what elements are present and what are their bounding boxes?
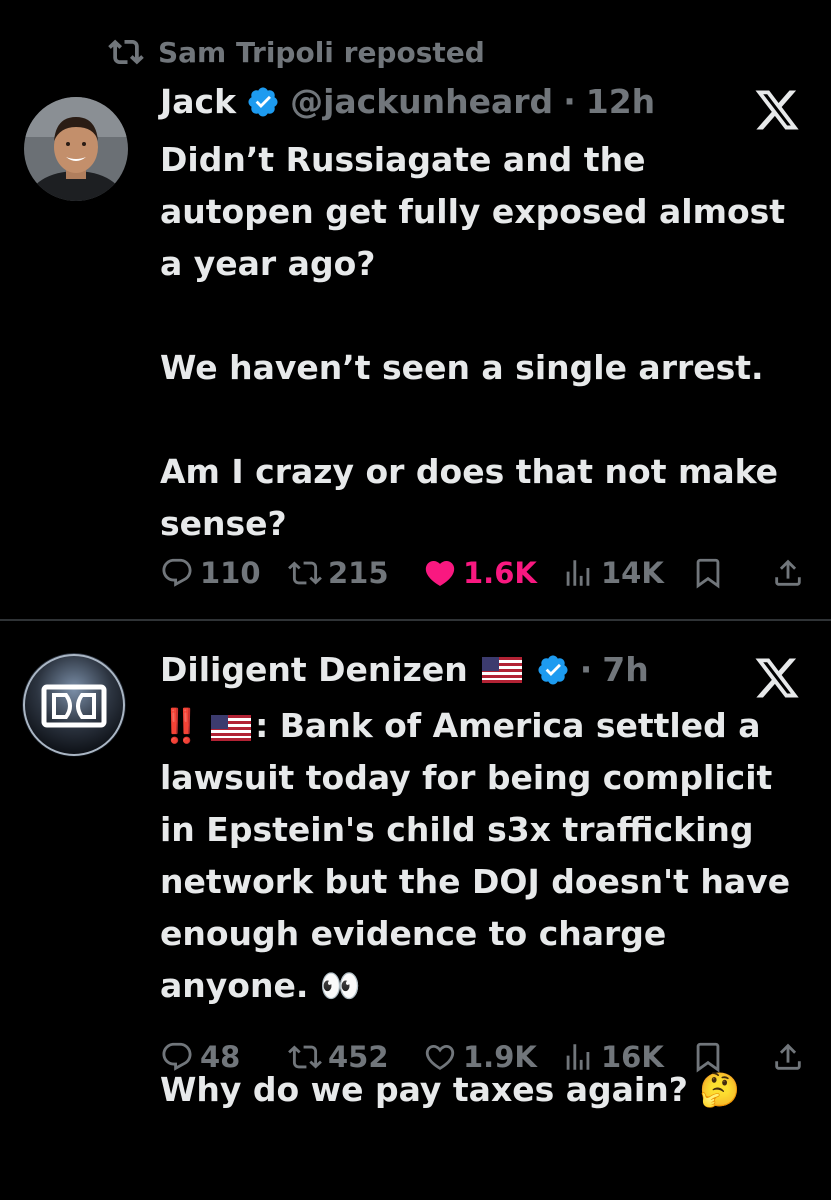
timestamp[interactable]: 12h: [586, 82, 655, 121]
views-icon: [566, 1044, 590, 1070]
views-icon: [566, 560, 590, 586]
body-first-text: : Bank of America settled a: [255, 706, 761, 745]
avatar-photo: [24, 97, 128, 201]
body-line: enough evidence to charge: [160, 914, 667, 953]
body-line: Didn’t Russiagate and the: [160, 140, 646, 179]
repost-label: Sam Tripoli reposted: [158, 35, 485, 69]
reply-icon: [162, 1042, 192, 1071]
repost-icon: [288, 561, 322, 585]
tweet-2[interactable]: Diligent Denizen · 7h ‼️: Bank of Ameri…: [0, 620, 831, 1200]
share-button[interactable]: [771, 556, 805, 590]
body-line: a year ago?: [160, 244, 376, 283]
display-name[interactable]: Diligent Denizen: [160, 650, 468, 689]
share-icon: [775, 559, 801, 586]
like-count: 1.9K: [463, 1040, 537, 1074]
share-button[interactable]: [771, 1040, 805, 1074]
bookmark-button[interactable]: [691, 1040, 771, 1074]
avatar-logo: [22, 653, 126, 757]
x-logo-icon: [755, 90, 799, 130]
reply-count: 110: [200, 556, 261, 590]
bookmark-button[interactable]: [691, 556, 771, 590]
body-line: anyone. 👀: [160, 966, 361, 1005]
heart-outline-icon: [425, 1044, 455, 1070]
heart-filled-icon: [425, 560, 455, 586]
action-bar: 110 215 1.6K 14K: [160, 556, 810, 590]
tweet-header: Jack @jackunheard · 12h: [160, 82, 655, 121]
body-line: in Epstein's child s3x trafficking: [160, 810, 754, 849]
views-count: 14K: [601, 556, 664, 590]
body-line: sense?: [160, 504, 287, 543]
tweet-body: Didn’t Russiagate and the autopen get fu…: [160, 134, 810, 550]
separator-dot: ·: [563, 82, 576, 121]
x-logo-icon: [755, 658, 799, 698]
like-count: 1.6K: [463, 556, 537, 590]
like-button[interactable]: 1.6K: [423, 556, 561, 590]
body-line-first: ‼️ : Bank of America settled a: [160, 700, 810, 752]
bookmark-icon: [696, 558, 720, 589]
double-exclamation-icon: ‼️: [160, 706, 201, 745]
separator-dot: ·: [579, 650, 593, 689]
repost-indicator: Sam Tripoli reposted: [108, 34, 485, 70]
body-line: autopen get fully exposed almost: [160, 192, 786, 231]
body-line: We haven’t seen a single arrest.: [160, 348, 764, 387]
repost-count: 215: [328, 556, 389, 590]
repost-count: 452: [328, 1040, 389, 1074]
reply-icon: [162, 558, 192, 587]
body-line: Am I crazy or does that not make: [160, 452, 779, 491]
reply-button[interactable]: 110: [160, 556, 288, 590]
repost-button[interactable]: 452: [288, 1040, 423, 1074]
repost-icon: [108, 39, 144, 65]
like-button[interactable]: 1.9K: [423, 1040, 561, 1074]
us-flag-icon: [481, 656, 522, 683]
views-button[interactable]: 14K: [561, 556, 691, 590]
views-button[interactable]: 16K: [561, 1040, 691, 1074]
us-flag-icon: [211, 714, 252, 741]
share-icon: [775, 1043, 801, 1070]
bookmark-icon: [696, 1042, 720, 1073]
verified-badge-icon: [538, 654, 568, 685]
repost-button[interactable]: 215: [288, 556, 423, 590]
display-name[interactable]: Jack: [160, 82, 236, 121]
user-handle[interactable]: @jackunheard: [290, 82, 553, 121]
avatar[interactable]: [24, 97, 128, 201]
action-bar: 48 452 1.9K 16K: [160, 1040, 810, 1074]
timestamp[interactable]: 7h: [602, 650, 648, 689]
tweet-header: Diligent Denizen · 7h: [160, 650, 649, 689]
repost-icon: [288, 1045, 322, 1069]
avatar[interactable]: [22, 653, 126, 757]
body-line: lawsuit today for being complicit: [160, 758, 773, 797]
reply-button[interactable]: 48: [160, 1040, 288, 1074]
views-count: 16K: [601, 1040, 664, 1074]
reply-count: 48: [200, 1040, 241, 1074]
verified-badge-icon: [248, 86, 278, 117]
tweet-1[interactable]: Sam Tripoli reposted Jack @jackunheard ·…: [0, 0, 831, 620]
body-line: network but the DOJ doesn't have: [160, 862, 791, 901]
